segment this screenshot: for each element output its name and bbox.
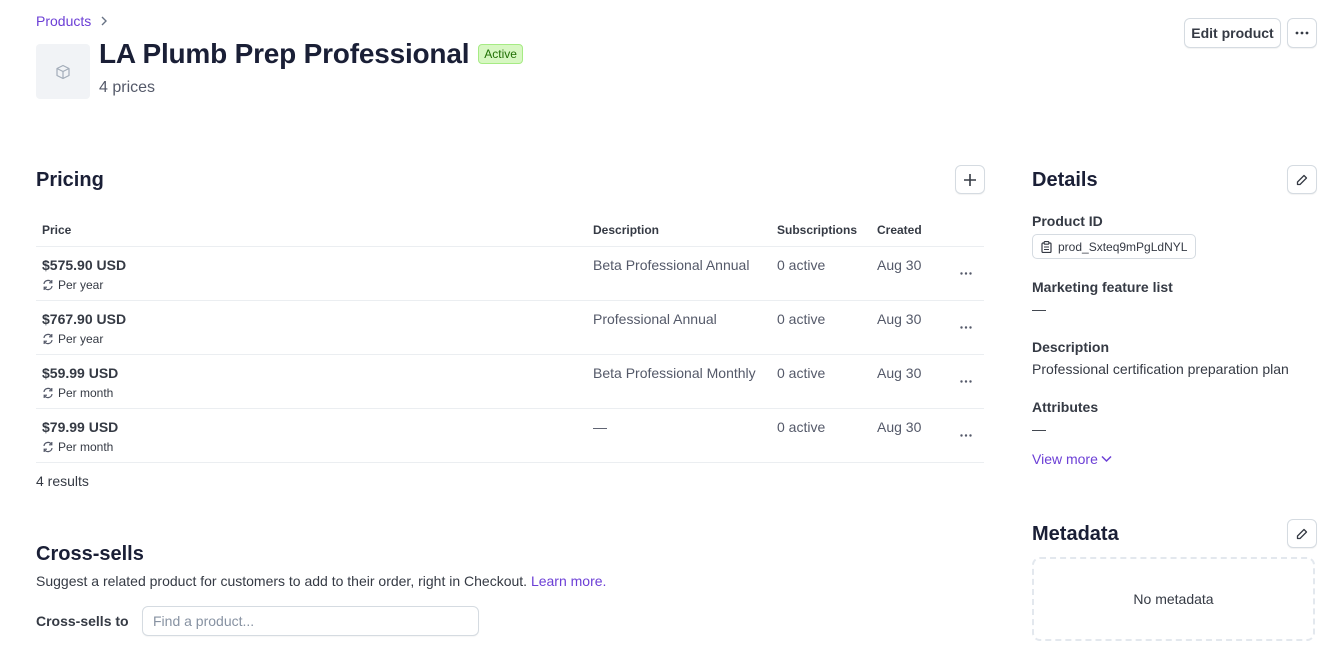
price-interval: Per year <box>42 278 103 292</box>
pricing-title: Pricing <box>36 169 104 191</box>
edit-details-button[interactable] <box>1287 165 1317 194</box>
price-amount: $575.90 USD <box>42 257 127 273</box>
more-horizontal-icon <box>1295 31 1309 35</box>
pencil-icon <box>1296 528 1308 539</box>
view-more-label: View more <box>1032 451 1098 467</box>
price-interval-label: Per year <box>58 278 104 292</box>
refresh-icon <box>43 387 53 399</box>
price-created: Aug 30 <box>877 257 922 273</box>
box-icon <box>56 64 70 79</box>
edit-metadata-button[interactable] <box>1287 519 1317 548</box>
marketing-feature-value: — <box>1032 301 1046 317</box>
page-title: LA Plumb Prep Professional <box>99 38 470 69</box>
breadcrumb: Products <box>36 13 109 29</box>
add-price-button[interactable] <box>955 165 985 194</box>
marketing-feature-label: Marketing feature list <box>1032 279 1173 295</box>
cross-sells-title: Cross-sells <box>36 543 144 565</box>
column-header-subscriptions[interactable]: Subscriptions <box>777 223 857 237</box>
row-more-button[interactable] <box>958 373 974 389</box>
breadcrumb-products-link[interactable]: Products <box>36 13 91 29</box>
price-description: Beta Professional Monthly <box>593 365 756 381</box>
attributes-label: Attributes <box>1032 399 1099 415</box>
table-header: Price Description Subscriptions Created <box>36 213 984 247</box>
price-created: Aug 30 <box>877 365 922 381</box>
refresh-icon <box>43 441 53 453</box>
row-more-button[interactable] <box>958 427 974 443</box>
cross-sells-search-input[interactable] <box>142 606 479 636</box>
price-interval-label: Per year <box>58 332 104 346</box>
column-header-description[interactable]: Description <box>593 223 659 237</box>
price-subscriptions: 0 active <box>777 419 826 435</box>
chevron-right-icon <box>101 16 108 26</box>
metadata-title: Metadata <box>1032 523 1119 545</box>
table-row[interactable]: $767.90 USD Per year Professional Annual… <box>36 301 984 355</box>
description-value: Professional certification preparation p… <box>1032 361 1289 377</box>
more-horizontal-icon <box>960 325 972 329</box>
attributes-value: — <box>1032 421 1046 437</box>
price-subscriptions: 0 active <box>777 311 826 327</box>
column-header-created[interactable]: Created <box>877 223 922 237</box>
price-amount: $59.99 USD <box>42 365 119 381</box>
row-more-button[interactable] <box>958 319 974 335</box>
product-id-value: prod_Sxteq9mPgLdNYL <box>1058 239 1188 254</box>
price-subscriptions: 0 active <box>777 257 826 273</box>
refresh-icon <box>43 279 53 291</box>
table-row[interactable]: $575.90 USD Per year Beta Professional A… <box>36 247 984 301</box>
price-description: Beta Professional Annual <box>593 257 750 273</box>
table-row[interactable]: $79.99 USD Per month — 0 active Aug 30 <box>36 409 984 463</box>
more-horizontal-icon <box>960 271 972 275</box>
table-row[interactable]: $59.99 USD Per month Beta Professional M… <box>36 355 984 409</box>
more-horizontal-icon <box>960 379 972 383</box>
results-count: 4 results <box>36 473 89 489</box>
learn-more-link[interactable]: Learn more. <box>531 573 606 589</box>
edit-product-button[interactable]: Edit product <box>1184 18 1281 48</box>
price-amount: $79.99 USD <box>42 419 119 435</box>
cross-sells-label: Cross-sells to <box>36 613 129 629</box>
price-subscriptions: 0 active <box>777 365 826 381</box>
product-id-label: Product ID <box>1032 213 1103 229</box>
chevron-down-icon <box>1101 455 1112 463</box>
title-row: LA Plumb Prep Professional Active <box>99 38 523 70</box>
price-created: Aug 30 <box>877 311 922 327</box>
status-badge: Active <box>478 44 523 64</box>
cross-sells-description-text: Suggest a related product for customers … <box>36 573 528 589</box>
price-amount: $767.90 USD <box>42 311 127 327</box>
column-header-price[interactable]: Price <box>42 223 71 237</box>
plus-icon <box>964 173 976 186</box>
price-interval-label: Per month <box>58 386 114 400</box>
pricing-table: Price Description Subscriptions Created … <box>36 213 984 463</box>
price-interval: Per month <box>42 440 113 454</box>
product-image-placeholder <box>36 44 90 99</box>
price-count: 4 prices <box>99 79 156 96</box>
price-interval: Per year <box>42 332 103 346</box>
no-metadata-text: No metadata <box>1133 591 1214 607</box>
price-interval-label: Per month <box>58 440 114 454</box>
refresh-icon <box>43 333 53 345</box>
cross-sells-description: Suggest a related product for customers … <box>36 573 606 589</box>
metadata-empty-state: No metadata <box>1032 557 1315 641</box>
price-description: — <box>593 419 607 435</box>
price-created: Aug 30 <box>877 419 922 435</box>
view-more-link[interactable]: View more <box>1032 451 1112 467</box>
row-more-button[interactable] <box>958 265 974 281</box>
details-title: Details <box>1032 169 1098 191</box>
more-actions-button[interactable] <box>1287 18 1317 48</box>
more-horizontal-icon <box>960 433 972 437</box>
pencil-icon <box>1296 174 1308 185</box>
price-description: Professional Annual <box>593 311 717 327</box>
product-id-chip[interactable]: prod_Sxteq9mPgLdNYL <box>1032 234 1197 259</box>
price-interval: Per month <box>42 386 113 400</box>
clipboard-icon <box>1041 240 1052 253</box>
description-label: Description <box>1032 339 1110 355</box>
